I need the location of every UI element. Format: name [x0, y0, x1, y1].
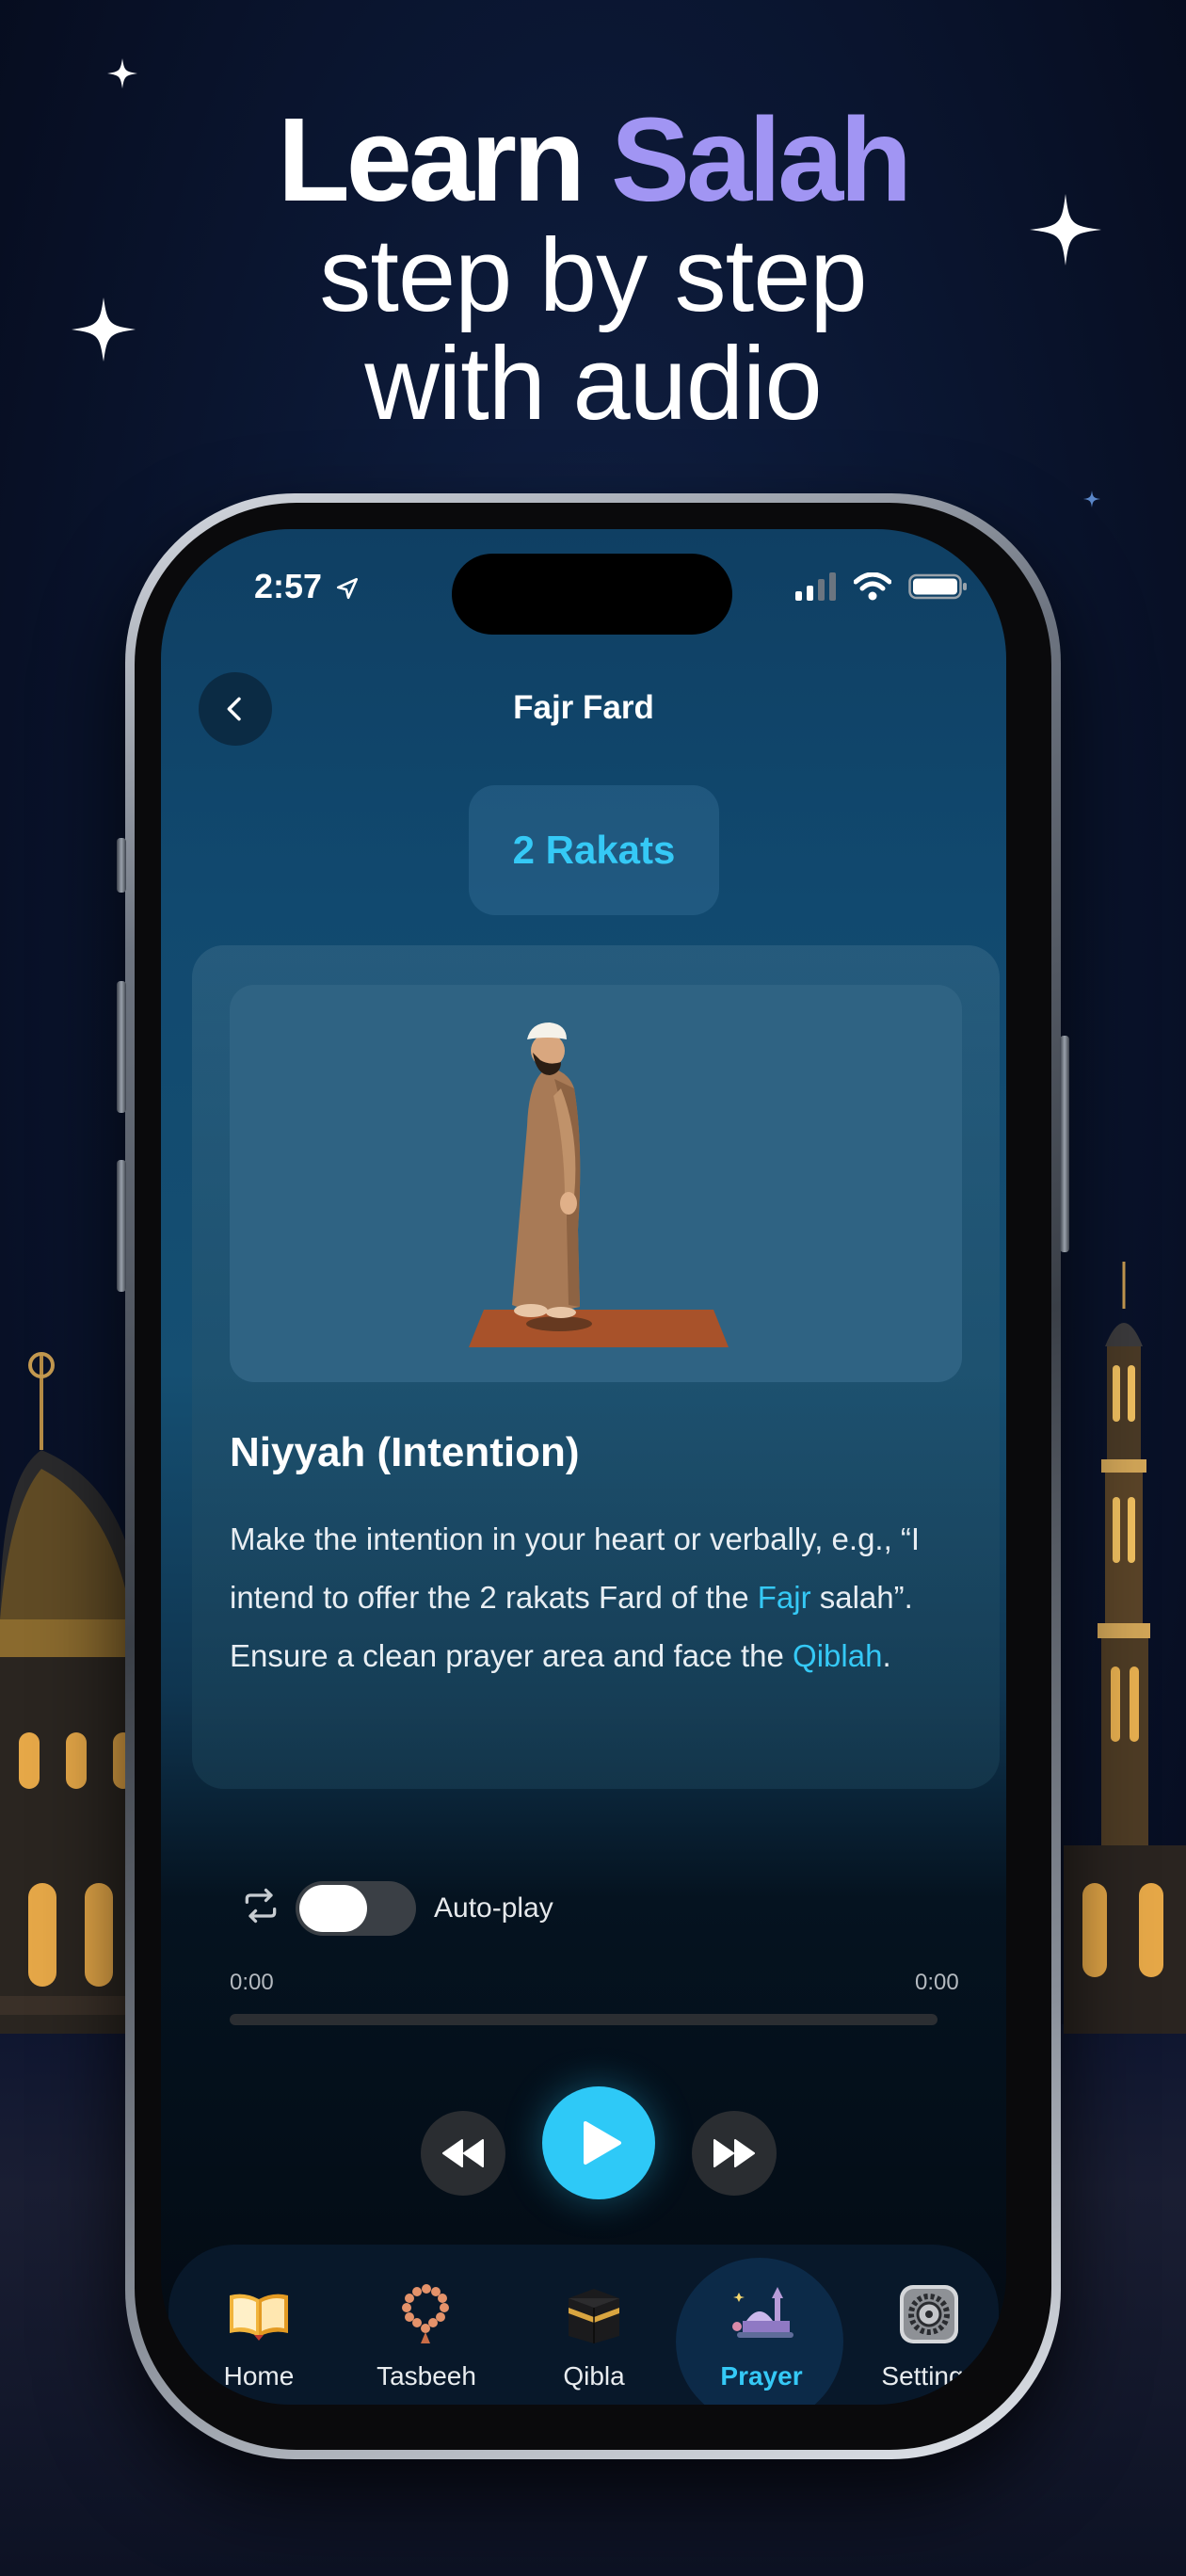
time-total: 0:00 — [915, 1970, 959, 1995]
step-text: . — [882, 1638, 891, 1673]
action-button — [117, 838, 126, 893]
toggle-knob — [299, 1885, 367, 1932]
battery-icon — [908, 573, 967, 600]
highlight-fajr: Fajr — [757, 1580, 811, 1615]
headline-line-2: step by step — [319, 217, 867, 333]
phone-frame: 2:57 Fajr Fard 2 Rakats Niyyah (Intentio… — [125, 493, 1061, 2459]
wifi-icon — [854, 572, 891, 601]
tab-label: Settings — [881, 2361, 977, 2391]
audio-progress-bar[interactable] — [230, 2014, 938, 2025]
promo-headline: Learn Salah step by step with audio — [47, 99, 1139, 442]
fast-forward-button[interactable] — [692, 2111, 777, 2196]
rewind-icon — [442, 2139, 484, 2167]
volume-up-button — [117, 981, 126, 1113]
time-current: 0:00 — [230, 1970, 274, 1995]
fast-forward-icon — [713, 2139, 755, 2167]
tab-qibla[interactable]: Qibla — [514, 2245, 674, 2405]
open-book-icon — [225, 2280, 293, 2348]
man-standing-on-prayer-mat-illustration — [469, 1022, 729, 1347]
sparkle-icon — [1083, 491, 1100, 507]
step-description: Make the intention in your heart or verb… — [230, 1510, 973, 1685]
step-illustration — [230, 985, 962, 1382]
headline-word-learn: Learn — [277, 93, 585, 226]
play-button[interactable] — [542, 2086, 655, 2199]
tab-tasbeeh[interactable]: Tasbeeh — [346, 2245, 506, 2405]
tab-prayer[interactable]: Prayer — [681, 2245, 841, 2405]
settings-gear-icon — [895, 2280, 963, 2348]
tab-settings[interactable]: Settings — [849, 2245, 1006, 2405]
tab-label: Prayer — [720, 2361, 803, 2391]
app-screen: 2:57 Fajr Fard 2 Rakats Niyyah (Intentio… — [161, 529, 1006, 2405]
rakats-badge: 2 Rakats — [469, 785, 719, 915]
autoplay-toggle[interactable] — [296, 1881, 416, 1936]
status-time: 2:57 — [254, 567, 360, 606]
rewind-button[interactable] — [421, 2111, 505, 2196]
volume-down-button — [117, 1160, 126, 1292]
location-arrow-icon — [337, 577, 359, 600]
repeat-icon[interactable] — [240, 1885, 281, 1926]
minaret-right-illustration — [1064, 1262, 1186, 2034]
tab-bar: Home Tasbeeh Qibla Prayer Settings — [168, 2245, 999, 2405]
highlight-qiblah: Qiblah — [793, 1638, 883, 1673]
play-icon — [584, 2121, 621, 2165]
headline-word-salah: Salah — [610, 93, 912, 226]
kaaba-icon — [560, 2280, 628, 2348]
tab-label: Home — [223, 2361, 295, 2391]
sparkle-icon — [107, 58, 137, 89]
step-title: Niyyah (Intention) — [230, 1429, 580, 1475]
tab-label: Tasbeeh — [377, 2361, 476, 2391]
tab-home[interactable]: Home — [179, 2245, 339, 2405]
autoplay-label: Auto-play — [434, 1892, 553, 1924]
power-button — [1060, 1036, 1069, 1252]
mosque-icon — [728, 2280, 795, 2348]
cellular-signal-icon — [795, 572, 836, 601]
prayer-beads-icon — [393, 2280, 460, 2348]
dynamic-island — [452, 554, 732, 635]
tab-label: Qibla — [563, 2361, 625, 2391]
page-title: Fajr Fard — [513, 689, 654, 726]
headline-line-3: with audio — [364, 326, 822, 442]
step-card: Niyyah (Intention) Make the intention in… — [192, 945, 1000, 1789]
